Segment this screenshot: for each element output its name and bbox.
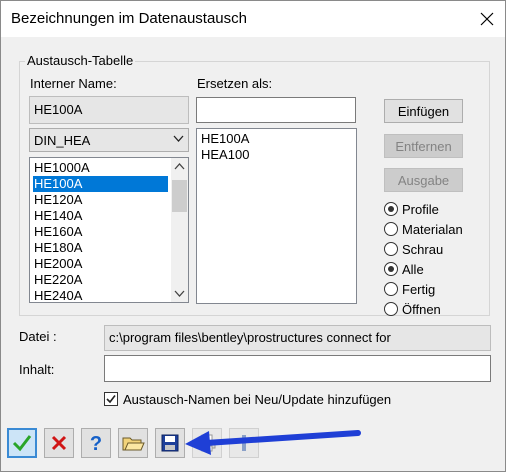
save-floppy-icon xyxy=(161,434,179,452)
profile-type-dropdown[interactable]: DIN_HEA xyxy=(29,128,189,152)
help-question-icon: ? xyxy=(90,433,102,454)
add-exchange-names-label: Austausch-Namen bei Neu/Update hinzufüge… xyxy=(123,392,392,407)
dialog-title: Bezeichnungen im Datenaustausch xyxy=(11,10,247,27)
radio-label: Öffnen xyxy=(402,301,441,317)
output-button[interactable]: Ausgabe xyxy=(384,168,463,192)
radio-option[interactable]: Alle xyxy=(384,260,424,278)
list-item[interactable]: HE140A xyxy=(33,208,168,224)
close-icon xyxy=(480,12,494,26)
close-button[interactable] xyxy=(469,1,505,37)
dropdown-value: DIN_HEA xyxy=(34,133,91,148)
scroll-thumb[interactable] xyxy=(172,180,187,212)
content-input[interactable] xyxy=(104,355,491,382)
radio-label: Fertig xyxy=(402,281,436,297)
title-bar: Bezeichnungen im Datenaustausch xyxy=(1,1,505,37)
open-button[interactable] xyxy=(118,428,148,458)
radio-option[interactable]: Öffnen xyxy=(384,300,441,318)
radio-label: Materialan xyxy=(402,221,463,237)
list-item[interactable]: HE180A xyxy=(33,240,168,256)
radio-circle[interactable] xyxy=(384,242,398,256)
print-icon xyxy=(198,434,216,452)
radio-option[interactable]: Profile xyxy=(384,200,439,218)
replace-name-list[interactable]: HE100A HEA100 xyxy=(196,128,357,304)
ok-check-icon xyxy=(12,435,32,452)
list-item[interactable]: HE1000A xyxy=(33,160,168,176)
file-label: Datei : xyxy=(19,329,57,344)
list-item[interactable]: HE240A xyxy=(33,288,168,302)
internal-name-label: Interner Name: xyxy=(30,76,117,91)
remove-button[interactable]: Entfernen xyxy=(384,134,463,158)
help-button[interactable]: ? xyxy=(81,428,111,458)
radio-option[interactable]: Schrau xyxy=(384,240,443,258)
radio-label: Profile xyxy=(402,201,439,217)
group-legend: Austausch-Tabelle xyxy=(25,53,136,68)
info-icon xyxy=(242,435,246,451)
radio-circle[interactable] xyxy=(384,262,398,276)
radio-circle[interactable] xyxy=(384,202,398,216)
replace-as-input[interactable] xyxy=(196,97,356,123)
radio-circle[interactable] xyxy=(384,282,398,296)
insert-button[interactable]: Einfügen xyxy=(384,99,463,123)
dialog-window: Bezeichnungen im Datenaustausch Austausc… xyxy=(0,0,506,472)
radio-circle[interactable] xyxy=(384,222,398,236)
scroll-down-icon[interactable] xyxy=(174,290,185,297)
cancel-x-icon xyxy=(51,435,67,451)
print-button[interactable] xyxy=(192,428,222,458)
file-path-field: c:\program files\bentley\prostructures c… xyxy=(104,325,491,351)
open-folder-icon xyxy=(122,437,145,451)
radio-option[interactable]: Materialan xyxy=(384,220,463,238)
add-exchange-names-checkbox[interactable] xyxy=(104,392,118,406)
list-item[interactable]: HE120A xyxy=(33,192,168,208)
internal-name-list[interactable]: HE1000A HE100A HE120A HE140A HE160A HE180A HE2… xyxy=(29,157,189,303)
list-item[interactable]: HE220A xyxy=(33,272,168,288)
svg-text:?: ? xyxy=(90,433,102,454)
chevron-down-icon xyxy=(173,135,184,142)
radio-label: Alle xyxy=(402,261,424,277)
cancel-button[interactable] xyxy=(44,428,74,458)
list-item[interactable]: HEA100 xyxy=(200,147,249,163)
radio-label: Schrau xyxy=(402,241,444,257)
list-item[interactable]: HE200A xyxy=(33,256,168,272)
radio-option[interactable]: Fertig xyxy=(384,280,435,298)
list-item[interactable]: HE160A xyxy=(33,224,168,240)
list-item[interactable]: HE100A xyxy=(33,176,168,192)
checkmark-icon xyxy=(106,395,116,404)
list-scrollbar[interactable] xyxy=(171,158,188,302)
content-label: Inhalt: xyxy=(19,362,55,377)
list-item[interactable]: HE100A xyxy=(200,131,249,147)
info-button[interactable] xyxy=(229,428,259,458)
radio-circle[interactable] xyxy=(384,302,398,316)
save-button[interactable] xyxy=(155,428,185,458)
scroll-up-icon[interactable] xyxy=(174,163,185,170)
internal-name-field: HE100A xyxy=(29,96,189,124)
ok-button[interactable] xyxy=(7,428,37,458)
replace-as-label: Ersetzen als: xyxy=(197,76,273,91)
